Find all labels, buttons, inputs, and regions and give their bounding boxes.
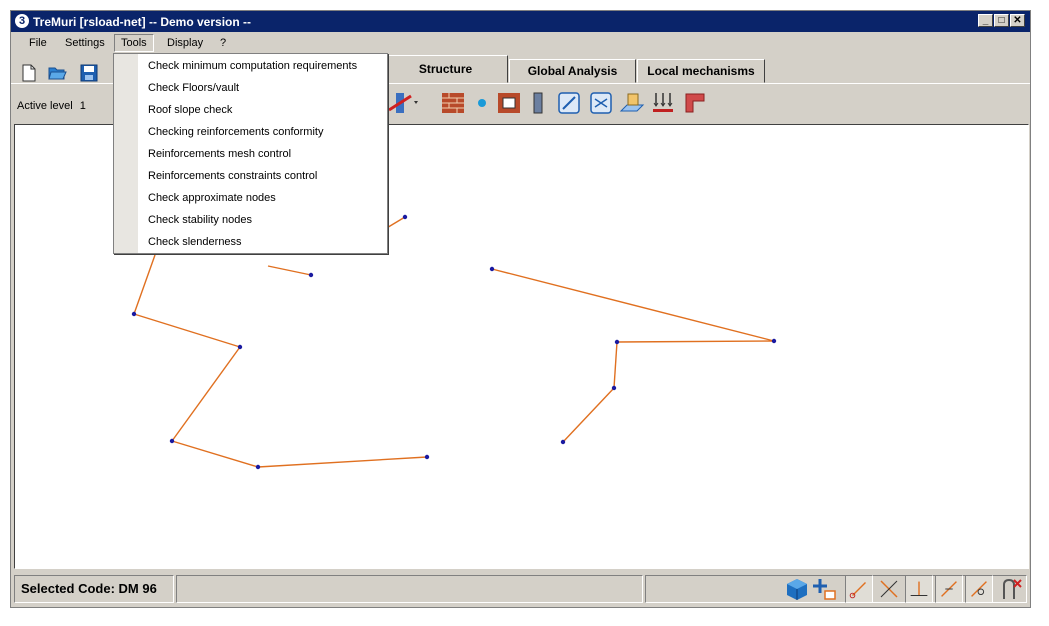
remove-snap-icon[interactable] — [997, 575, 1025, 603]
menu-gutter — [114, 54, 138, 253]
close-button[interactable]: ✕ — [1010, 14, 1025, 27]
save-icon[interactable] — [79, 63, 99, 83]
slab-icon[interactable] — [619, 91, 645, 115]
wall-node[interactable] — [611, 385, 617, 391]
wall-node[interactable] — [169, 438, 175, 444]
menu-display[interactable]: Display — [161, 35, 209, 51]
l-beam-icon[interactable] — [683, 91, 707, 115]
menu-item-reinforcements-conformity[interactable]: Checking reinforcements conformity — [148, 121, 323, 143]
snap-endpoint-icon[interactable] — [845, 575, 873, 603]
brick-wall-icon[interactable] — [441, 92, 465, 114]
wall-node[interactable] — [308, 272, 314, 278]
3d-view-icon[interactable] — [783, 575, 811, 603]
maximize-button[interactable]: □ — [994, 14, 1009, 27]
snap-intersection-icon[interactable] — [875, 575, 903, 603]
menu-item-roof-slope-check[interactable]: Roof slope check — [148, 99, 232, 121]
wall-cut-icon[interactable] — [389, 90, 419, 116]
loads-icon[interactable] — [651, 91, 675, 115]
active-level-text: Active level — [17, 100, 73, 112]
wall-segment[interactable] — [491, 268, 775, 342]
wall-segment[interactable] — [384, 216, 406, 230]
tremuri-logo-icon: 3 — [15, 14, 29, 28]
menu-item-check-minimum-computation[interactable]: Check minimum computation requirements — [148, 55, 357, 77]
wall-opening-icon[interactable] — [497, 92, 521, 114]
menu-item-check-slenderness[interactable]: Check slenderness — [148, 231, 242, 253]
title-bar[interactable]: 3 TreMuri [rsload-net] -- Demo version -… — [11, 11, 1030, 32]
tools-menu-dropdown: Check minimum computation requirements C… — [113, 53, 388, 254]
active-level-label: Active level 1 — [17, 100, 86, 112]
tab-global-analysis[interactable]: Global Analysis — [509, 59, 636, 83]
menu-item-reinforcements-mesh-control[interactable]: Reinforcements mesh control — [148, 143, 291, 165]
wall-node[interactable] — [402, 214, 408, 220]
wall-segment[interactable] — [267, 265, 312, 276]
wall-segment[interactable] — [171, 440, 259, 468]
floor-icon[interactable] — [589, 91, 613, 115]
menu-item-check-floors-vault[interactable]: Check Floors/vault — [148, 77, 239, 99]
menu-item-reinforcements-constraints-control[interactable]: Reinforcements constraints control — [148, 165, 317, 187]
wall-node[interactable] — [560, 439, 566, 445]
status-bar: Selected Code: DM 96 — [11, 571, 1030, 607]
wall-segment[interactable] — [133, 313, 241, 348]
tab-local-mechanisms[interactable]: Local mechanisms — [637, 59, 765, 83]
status-panel-middle — [176, 575, 643, 603]
wall-segment[interactable] — [133, 254, 156, 315]
wall-node[interactable] — [131, 311, 137, 317]
menu-bar: File Settings Tools Display ? — [11, 33, 1030, 53]
selected-code: Selected Code: DM 96 — [14, 575, 174, 603]
menu-item-check-stability-nodes[interactable]: Check stability nodes — [148, 209, 252, 231]
menu-tools[interactable]: Tools — [114, 34, 154, 52]
active-level-value[interactable]: 1 — [80, 100, 86, 112]
snap-nearest-icon[interactable] — [965, 575, 993, 603]
wall-node[interactable] — [489, 266, 495, 272]
wall-node[interactable] — [255, 464, 261, 470]
menu-help[interactable]: ? — [214, 35, 232, 51]
open-folder-icon[interactable] — [47, 63, 67, 83]
wall-node[interactable] — [237, 344, 243, 350]
wall-segment[interactable] — [257, 456, 428, 468]
wall-node[interactable] — [771, 338, 777, 344]
wall-segment[interactable] — [171, 346, 241, 442]
minimize-button[interactable]: _ — [978, 14, 993, 27]
wall-segment[interactable] — [616, 340, 775, 343]
node-dot-icon[interactable] — [475, 96, 489, 110]
menu-settings[interactable]: Settings — [59, 35, 111, 51]
menu-file[interactable]: File — [23, 35, 53, 51]
window-title: TreMuri [rsload-net] -- Demo version -- — [33, 15, 252, 29]
wall-node[interactable] — [614, 339, 620, 345]
wall-segment[interactable] — [562, 387, 615, 443]
menu-item-check-approximate-nodes[interactable]: Check approximate nodes — [148, 187, 276, 209]
snap-on-line-icon[interactable] — [935, 575, 963, 603]
tab-structure[interactable]: Structure — [383, 55, 508, 83]
diagonal-element-icon[interactable] — [557, 91, 581, 115]
add-element-icon[interactable] — [811, 575, 839, 603]
pillar-icon[interactable] — [531, 92, 545, 114]
snap-perpendicular-icon[interactable] — [905, 575, 933, 603]
wall-node[interactable] — [424, 454, 430, 460]
wall-segment[interactable] — [613, 341, 618, 389]
new-file-icon[interactable] — [19, 63, 39, 83]
